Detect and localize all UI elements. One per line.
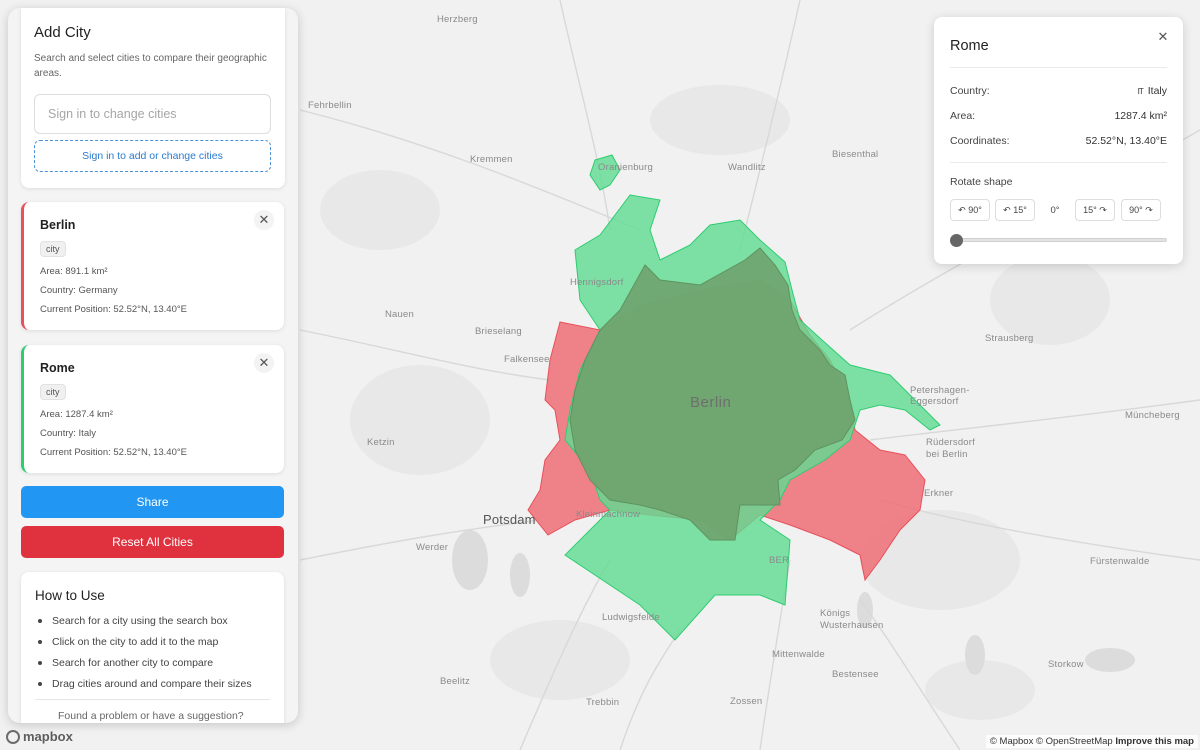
info-panel-close-button[interactable]: ✕ — [1153, 27, 1173, 47]
country-name: Italy — [1147, 84, 1167, 97]
place-label: Biesenthal — [832, 149, 879, 160]
place-label: Falkensee — [504, 354, 550, 365]
mapbox-logo[interactable]: mapbox — [6, 729, 73, 744]
place-label: Storkow — [1048, 659, 1084, 670]
city-position: Current Position: 52.52°N, 13.40°E — [40, 447, 188, 458]
city-info-panel: Rome ✕ Country: IT Italy Area: 1287.4 km²… — [934, 17, 1183, 264]
place-label: Erkner — [924, 488, 954, 499]
slider-track[interactable] — [952, 238, 1167, 242]
city-position: Current Position: 52.52°N, 13.40°E — [40, 304, 188, 315]
add-city-description: Search and select cities to compare thei… — [34, 53, 267, 79]
share-button[interactable]: Share — [21, 486, 284, 518]
slider-thumb[interactable] — [950, 234, 963, 247]
how-to-step: Search for a city using the search box — [35, 615, 270, 627]
place-label: BER — [769, 555, 790, 566]
info-row-area: Area: 1287.4 km² — [950, 103, 1167, 128]
info-value: 1287.4 km² — [1114, 109, 1167, 122]
close-icon: ✕ — [258, 355, 270, 370]
rotate-right-15-label: 15° ↷ — [1083, 204, 1107, 215]
place-label: Werder — [416, 542, 449, 553]
rotate-left-90-button[interactable]: ↶ 90° — [950, 199, 990, 221]
sign-in-button[interactable]: Sign in to add or change cities — [34, 140, 271, 172]
place-label: Oranienburg — [598, 162, 654, 173]
info-label: Coordinates: — [950, 134, 1010, 147]
place-label: Hennigsdorf — [570, 277, 624, 288]
rotate-buttons: ↶ 90° ↶ 15° 0° 15° ↷ 90° ↷ — [950, 199, 1167, 221]
place-label: Brieselang — [475, 326, 522, 337]
city-search-input[interactable] — [34, 94, 271, 134]
city-type-badge: city — [40, 384, 66, 400]
city-area: Area: 1287.4 km² — [40, 409, 113, 420]
place-label: Fürstenwalde — [1090, 556, 1150, 567]
place-label: Kleinmachnow — [576, 509, 641, 520]
how-to-step: Search for another city to compare — [35, 657, 270, 669]
city-country: Country: Germany — [40, 285, 118, 296]
mapbox-logo-icon — [6, 729, 20, 744]
place-label: Ketzin — [367, 437, 395, 448]
reset-all-cities-button[interactable]: Reset All Cities — [21, 526, 284, 558]
sidebar: Add City Search and select cities to com… — [8, 8, 298, 723]
city-card-berlin[interactable]: Berlin city Area: 891.1 km² Country: Ger… — [21, 202, 284, 330]
attribution-mapbox-link[interactable]: © Mapbox — [990, 736, 1033, 747]
rotate-left-15-button[interactable]: ↶ 15° — [995, 199, 1035, 221]
info-label: Area: — [950, 109, 976, 122]
place-label: Ludwigsfelde — [602, 612, 660, 623]
divider — [950, 162, 1167, 163]
city-card-rome[interactable]: Rome city Area: 1287.4 km² Country: Ital… — [21, 345, 284, 473]
rotate-right-15-button[interactable]: 15° ↷ — [1075, 199, 1115, 221]
divider — [950, 67, 1167, 68]
place-label: Rüdersdorf bei Berlin — [926, 437, 975, 460]
place-label: Strausberg — [985, 333, 1034, 344]
place-label: Kremmen — [470, 154, 513, 165]
info-panel-title: Rome — [950, 38, 989, 54]
improve-map-link[interactable]: Improve this map — [1115, 736, 1194, 747]
place-label: Herzberg — [437, 14, 478, 25]
map-attribution: © Mapbox © OpenStreetMap Improve this ma… — [985, 735, 1198, 748]
place-label: Nauen — [385, 309, 414, 320]
place-label: Beelitz — [440, 676, 470, 687]
how-to-title: How to Use — [35, 588, 105, 603]
info-row-coordinates: Coordinates: 52.52°N, 13.40°E — [950, 128, 1167, 153]
info-label: Country: — [950, 84, 990, 97]
how-to-step: Click on the city to add it to the map — [35, 636, 270, 648]
divider — [35, 699, 270, 700]
close-icon: ✕ — [258, 212, 270, 227]
italy-flag-icon: IT — [1137, 86, 1144, 96]
close-icon: ✕ — [1157, 29, 1169, 44]
how-to-use-card: How to Use Search for a city using the s… — [21, 572, 284, 723]
place-label: Bestensee — [832, 669, 879, 680]
place-label: Fehrbellin — [308, 100, 352, 111]
city-area: Area: 891.1 km² — [40, 266, 108, 277]
place-label: Potsdam — [483, 512, 536, 527]
add-city-title: Add City — [34, 24, 91, 41]
city-type-badge: city — [40, 241, 66, 257]
place-label: Trebbin — [586, 697, 620, 708]
how-to-steps: Search for a city using the search box C… — [35, 615, 270, 690]
feedback-link[interactable]: Found a problem or have a suggestion? — [35, 710, 270, 722]
city-name: Berlin — [40, 218, 76, 232]
rotate-right-90-button[interactable]: 90° ↷ — [1121, 199, 1161, 221]
place-label: Müncheberg — [1125, 410, 1180, 421]
info-value: IT Italy — [1138, 85, 1167, 97]
place-label: Zossen — [730, 696, 763, 707]
remove-city-button[interactable]: ✕ — [254, 210, 274, 230]
place-label: Mittenwalde — [772, 649, 825, 660]
rotate-shape-label: Rotate shape — [950, 176, 1013, 188]
how-to-step: Drag cities around and compare their siz… — [35, 678, 270, 690]
place-label: Königs Wusterhausen — [820, 608, 884, 631]
info-row-country: Country: IT Italy — [950, 78, 1167, 103]
place-label: Petershagen-Eggersdorf — [910, 385, 970, 407]
rotate-reset-button[interactable]: 0° — [1035, 205, 1075, 216]
city-name: Rome — [40, 361, 75, 375]
map-city-label-berlin: Berlin — [690, 394, 732, 411]
mapbox-logo-text: mapbox — [23, 729, 73, 744]
rotation-slider[interactable] — [950, 234, 1167, 247]
remove-city-button[interactable]: ✕ — [254, 353, 274, 373]
attribution-osm-link[interactable]: © OpenStreetMap — [1036, 736, 1113, 747]
add-city-card: Add City Search and select cities to com… — [21, 8, 285, 188]
info-value: 52.52°N, 13.40°E — [1085, 134, 1167, 147]
city-country: Country: Italy — [40, 428, 96, 439]
place-label: Wandlitz — [728, 162, 766, 173]
